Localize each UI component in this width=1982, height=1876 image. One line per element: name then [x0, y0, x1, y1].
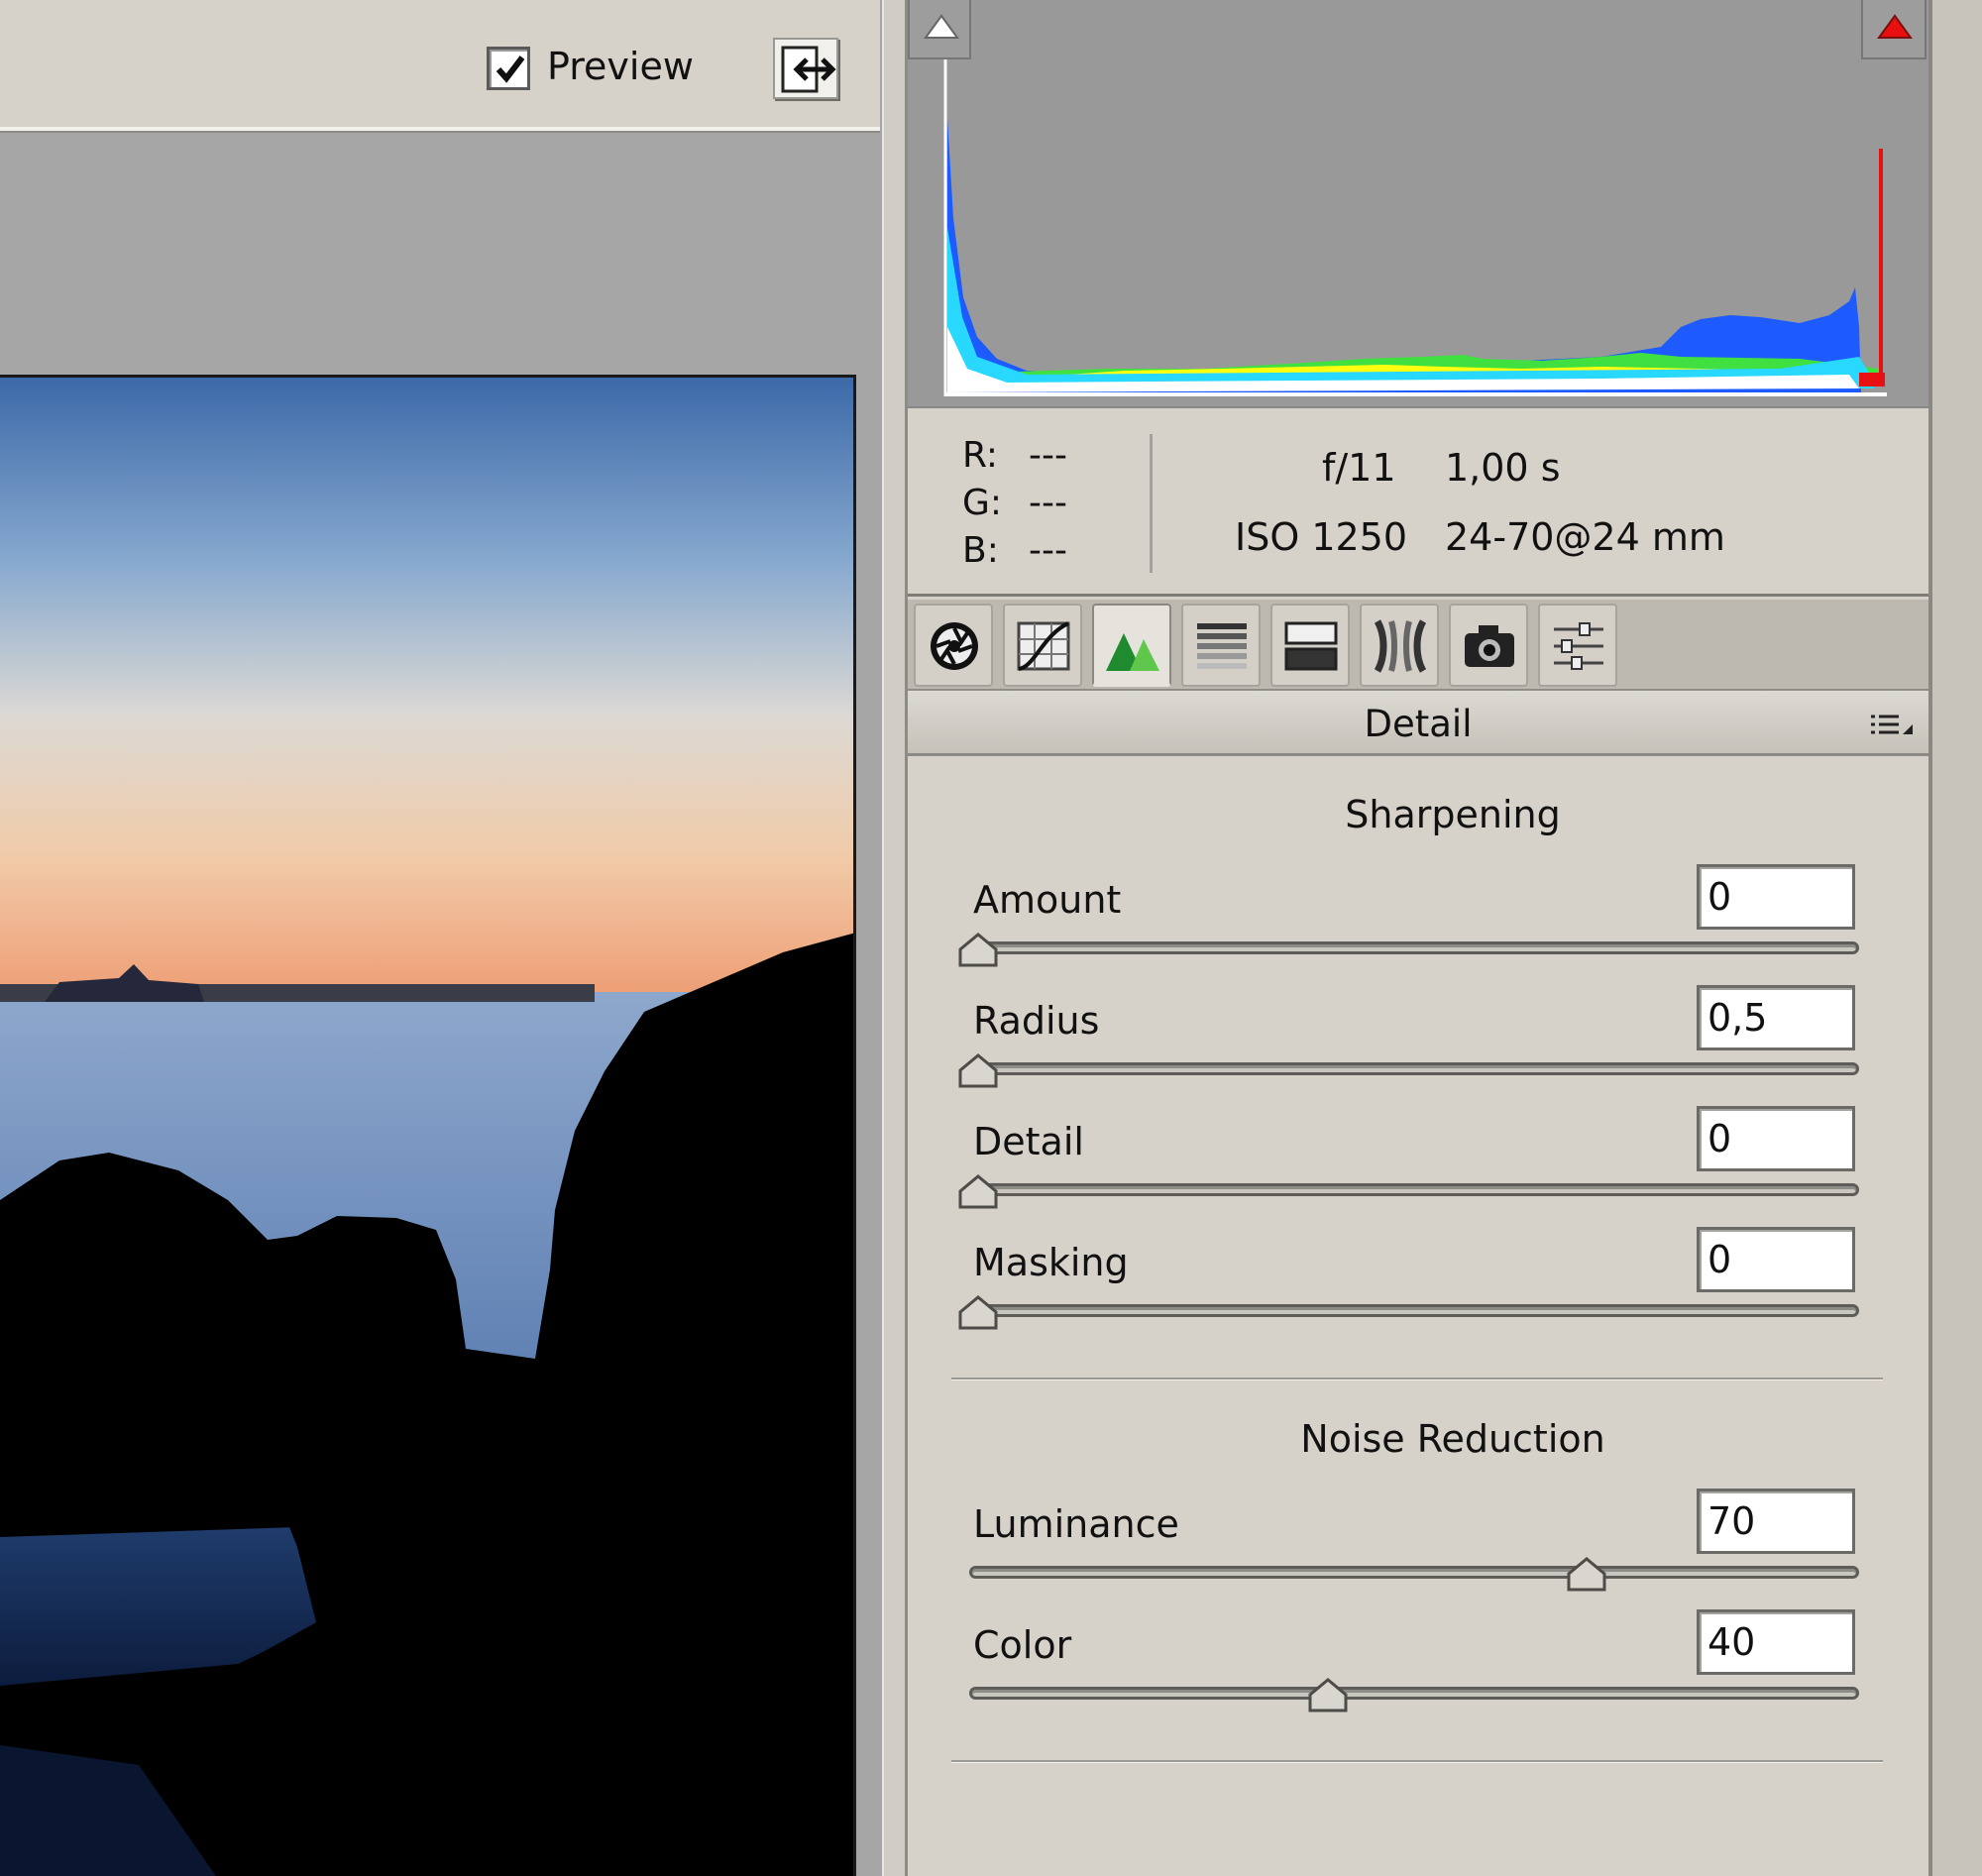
checkmark-icon [496, 55, 525, 83]
detail-slider-thumb[interactable] [957, 1173, 999, 1211]
detail-input[interactable] [1697, 1106, 1855, 1171]
iso-value: ISO 1250 [1235, 515, 1408, 559]
panel-menu-icon[interactable] [1867, 711, 1917, 740]
color-input[interactable] [1697, 1609, 1855, 1675]
radius-label: Radius [973, 999, 1100, 1043]
masking-slider-thumb[interactable] [957, 1294, 999, 1332]
camera-icon [1465, 625, 1514, 667]
aperture-icon [931, 622, 978, 670]
detail-label: Detail [973, 1120, 1084, 1163]
luminance-slider-track[interactable] [969, 1566, 1859, 1579]
preview-label[interactable]: Preview [547, 42, 694, 91]
adjustment-inspector: R: --- G: --- B: --- f/11 1,00 s ISO 125… [908, 0, 1928, 1876]
sliders-icon [1554, 622, 1603, 670]
tab-basic[interactable] [914, 604, 993, 687]
sunset-photo [0, 378, 853, 1876]
amount-input[interactable] [1697, 864, 1855, 930]
photo-canvas[interactable] [0, 375, 856, 1876]
hsl-grayscale-icon [1197, 623, 1247, 669]
radius-slider-thumb[interactable] [957, 1052, 999, 1090]
tone-curve-icon [1017, 621, 1070, 671]
color-slider-thumb[interactable] [1307, 1677, 1349, 1714]
red-label: R: [962, 435, 999, 476]
blue-label: B: [962, 530, 999, 571]
shadow-clipping-warning-button[interactable] [908, 0, 971, 59]
panel-scrollbar[interactable] [1928, 0, 1982, 1876]
tab-detail[interactable] [1092, 604, 1171, 687]
expand-arrows-icon [781, 46, 836, 93]
detail-slider-track[interactable] [965, 1183, 1859, 1196]
preview-checkbox[interactable] [487, 47, 530, 90]
info-separator [1150, 434, 1153, 573]
tab-split-toning[interactable] [1270, 604, 1350, 687]
split-toning-icon [1284, 621, 1338, 671]
tab-hsl-grayscale[interactable] [1181, 604, 1261, 687]
green-label: G: [962, 483, 1003, 523]
tab-lens-corrections[interactable] [1360, 604, 1439, 687]
color-slider-track[interactable] [969, 1687, 1859, 1700]
shadow-clip-triangle-icon [924, 14, 959, 39]
lens-value: 24-70@24 mm [1445, 515, 1725, 559]
masking-input[interactable] [1697, 1227, 1855, 1292]
histogram [908, 0, 1928, 408]
amount-slider-track[interactable] [965, 941, 1859, 954]
masking-label: Masking [973, 1241, 1129, 1284]
tab-camera-calibration[interactable] [1449, 604, 1528, 687]
luminance-slider-thumb[interactable] [1566, 1556, 1607, 1594]
section-divider [951, 1378, 1883, 1380]
tab-presets[interactable] [1538, 604, 1617, 687]
detail-triangles-icon [1106, 633, 1159, 671]
green-value: --- [1029, 483, 1067, 523]
radius-input[interactable] [1697, 985, 1855, 1050]
sharpening-heading: Sharpening [1345, 793, 1561, 836]
image-preview-pane: Preview [0, 0, 882, 1876]
panel-tab-bar [908, 600, 1928, 691]
amount-slider-thumb[interactable] [957, 932, 999, 969]
fullscreen-toggle-button[interactable] [773, 38, 838, 99]
masking-slider-track[interactable] [965, 1304, 1859, 1317]
tab-tone-curve[interactable] [1003, 604, 1082, 687]
toolbar-divider [0, 131, 880, 133]
pane-splitter[interactable] [882, 0, 908, 1876]
lens-corrections-icon [1374, 619, 1427, 673]
aperture-value: f/11 [1322, 446, 1396, 490]
color-label: Color [973, 1623, 1072, 1667]
luminance-input[interactable] [1697, 1489, 1855, 1554]
luminance-label: Luminance [973, 1502, 1179, 1546]
highlight-clipping-warning-button[interactable] [1861, 0, 1927, 59]
section-divider-bottom [951, 1760, 1883, 1763]
panel-title: Detail [1364, 703, 1473, 745]
radius-slider-track[interactable] [965, 1062, 1859, 1075]
preview-toolbar: Preview [0, 0, 880, 131]
red-value: --- [1029, 435, 1067, 476]
panel-header: Detail [908, 691, 1928, 756]
noise-reduction-heading: Noise Reduction [1300, 1417, 1605, 1461]
shutter-speed-value: 1,00 s [1445, 446, 1561, 490]
image-info: R: --- G: --- B: --- f/11 1,00 s ISO 125… [908, 408, 1928, 597]
amount-label: Amount [973, 878, 1122, 922]
blue-value: --- [1029, 530, 1067, 571]
histogram-graph [943, 59, 1887, 396]
highlight-clip-triangle-icon [1877, 14, 1913, 39]
